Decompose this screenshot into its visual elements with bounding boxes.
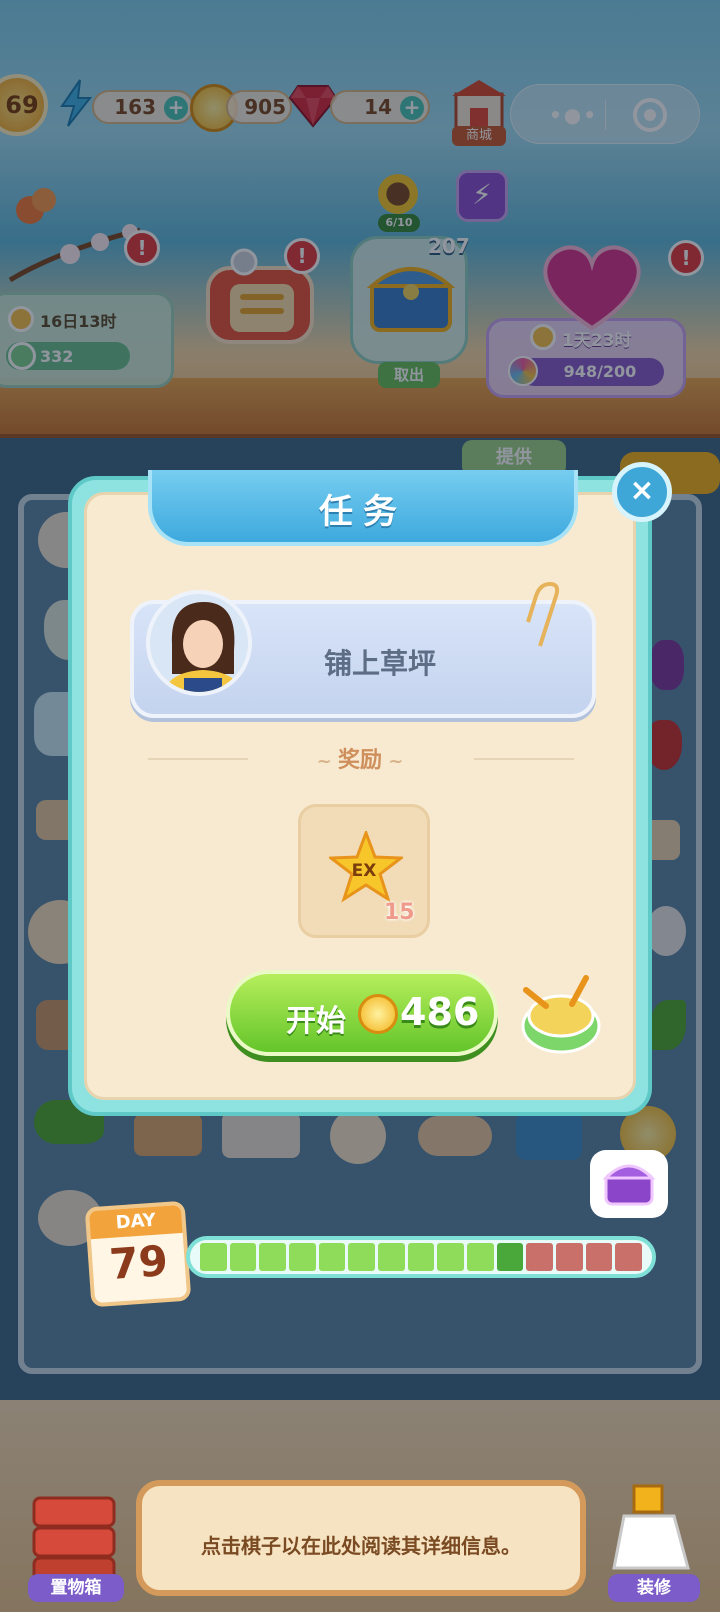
day-progress-segment: [259, 1243, 287, 1271]
day-progress-segment: [526, 1243, 554, 1271]
day-progress-segment: [437, 1243, 465, 1271]
day-progress-segment: [615, 1243, 643, 1271]
day-progress-segment: [200, 1243, 227, 1271]
start-button-price: 486: [400, 990, 480, 1034]
item-info-text: 点击棋子以在此处阅读其详细信息。: [201, 1534, 521, 1558]
decorate-tool-icon[interactable]: [604, 1476, 704, 1576]
day-progress-segment: [318, 1243, 346, 1271]
day-label: DAY: [88, 1204, 183, 1240]
start-button-label: 开始: [286, 1004, 346, 1039]
day-progress-segment: [407, 1243, 435, 1271]
day-progress-segment: [348, 1243, 376, 1271]
storage-box-icon[interactable]: [24, 1478, 124, 1588]
day-progress-segment: [496, 1243, 524, 1271]
day-progress-segment: [556, 1243, 583, 1271]
day-calendar: DAY 79: [84, 1200, 192, 1308]
item-info-panel: 点击棋子以在此处阅读其详细信息。: [136, 1480, 586, 1596]
day-progress-segment: [289, 1243, 316, 1271]
decorate-button[interactable]: 装修: [608, 1574, 700, 1602]
day-progress-segment: [378, 1243, 405, 1271]
coin-cost-icon: [358, 994, 398, 1034]
day-number: 79: [107, 1236, 170, 1289]
paperclip-icon: [526, 582, 560, 647]
task-modal-title: 任务: [319, 492, 407, 532]
experience-star-label: EX: [351, 861, 377, 881]
storage-box-button[interactable]: 置物箱: [28, 1574, 124, 1602]
reward-label: ~ 奖励 ~: [250, 742, 470, 774]
task-modal-header: 任务: [148, 470, 578, 546]
day-progress-segment: [585, 1243, 613, 1271]
task-description: 铺上草坪: [323, 647, 436, 680]
close-modal-button[interactable]: ×: [612, 462, 672, 522]
purple-chest-icon: [602, 1164, 656, 1206]
reward-divider-right: [474, 758, 574, 760]
start-task-button[interactable]: 开始 486: [226, 970, 498, 1056]
cooking-pot-icon: [521, 975, 601, 1054]
character-avatar: [146, 590, 252, 696]
day-progress-bar: [186, 1236, 656, 1278]
reward-amount: 15: [384, 900, 415, 925]
day-progress-segment: [467, 1243, 494, 1271]
reward-chest-bubble[interactable]: [590, 1150, 668, 1218]
reward-divider-left: [148, 758, 248, 760]
swirl-right-icon: ~: [382, 751, 404, 772]
swirl-left-icon: ~: [316, 751, 338, 772]
day-progress-segment: [229, 1243, 257, 1271]
reward-label-text: 奖励: [337, 748, 382, 773]
